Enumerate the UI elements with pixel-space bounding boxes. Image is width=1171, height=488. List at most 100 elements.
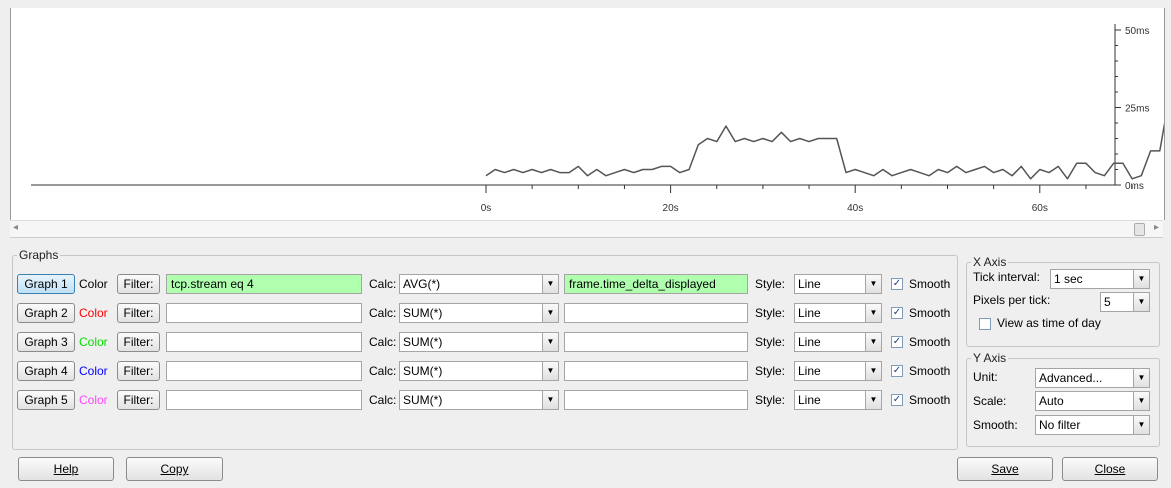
graph-toggle-button[interactable]: Graph 1 xyxy=(17,274,75,294)
scale-select[interactable]: Auto ▼ xyxy=(1035,391,1150,411)
filter-input[interactable]: tcp.stream eq 4 xyxy=(166,274,362,294)
chevron-down-icon: ▼ xyxy=(865,304,881,322)
scroll-right-arrow-icon[interactable]: ▸ xyxy=(1154,222,1159,233)
graph-toggle-button[interactable]: Graph 3 xyxy=(17,332,75,352)
smooth-label: Smooth xyxy=(909,335,951,349)
chevron-down-icon: ▼ xyxy=(542,304,558,322)
graphs-legend: Graphs xyxy=(19,248,59,262)
chevron-down-icon: ▼ xyxy=(542,275,558,293)
pixels-per-tick-select[interactable]: 5 ▼ xyxy=(1100,292,1150,312)
smooth-checkbox[interactable]: ✓ xyxy=(891,278,903,290)
smooth-checkbox[interactable]: ✓ xyxy=(891,365,903,377)
chevron-down-icon: ▼ xyxy=(1133,293,1149,311)
calc-field-input[interactable]: frame.time_delta_displayed xyxy=(564,274,748,294)
calc-value: SUM(*) xyxy=(403,306,443,320)
calc-field-input[interactable] xyxy=(564,332,748,352)
smooth-checkbox[interactable]: ✓ xyxy=(891,336,903,348)
filter-input[interactable] xyxy=(166,303,362,323)
scale-value: Auto xyxy=(1039,394,1064,408)
filter-input[interactable] xyxy=(166,390,362,410)
calc-select[interactable]: AVG(*) ▼ xyxy=(399,274,559,294)
style-select[interactable]: Line ▼ xyxy=(794,303,882,323)
calc-select[interactable]: SUM(*) ▼ xyxy=(399,390,559,410)
y-smooth-value: No filter xyxy=(1039,418,1081,432)
graph-color-label[interactable]: Color xyxy=(79,390,108,410)
y-smooth-select[interactable]: No filter ▼ xyxy=(1035,415,1150,435)
view-time-of-day-label: View as time of day xyxy=(997,316,1101,330)
graph-color-label[interactable]: Color xyxy=(79,361,108,381)
smooth-checkbox[interactable]: ✓ xyxy=(891,394,903,406)
chevron-down-icon: ▼ xyxy=(1133,416,1149,434)
graph-toggle-button[interactable]: Graph 4 xyxy=(17,361,75,381)
style-select[interactable]: Line ▼ xyxy=(794,361,882,381)
graph-row: Graph 1 Color Filter: tcp.stream eq 4 Calc: A… xyxy=(13,274,953,296)
smooth-checkbox[interactable]: ✓ xyxy=(891,307,903,319)
graph-row: Graph 4 Color Filter: Calc: SUM(*) ▼ Style: Lin… xyxy=(13,361,953,383)
unit-select[interactable]: Advanced... ▼ xyxy=(1035,368,1150,388)
help-button-label: Help xyxy=(53,462,79,476)
scale-label: Scale: xyxy=(973,394,1007,408)
save-button-label: Save xyxy=(991,462,1019,476)
unit-value: Advanced... xyxy=(1039,371,1103,385)
graph-color-label[interactable]: Color xyxy=(79,332,108,352)
scroll-left-arrow-icon[interactable]: ◂ xyxy=(13,222,18,233)
graph-color-label[interactable]: Color xyxy=(79,274,108,294)
tick-interval-select[interactable]: 1 sec ▼ xyxy=(1050,269,1150,289)
calc-value: SUM(*) xyxy=(403,364,443,378)
y-axis-group: Y Axis Unit: Advanced... ▼ Scale: Auto ▼… xyxy=(966,351,1160,447)
filter-button[interactable]: Filter: xyxy=(117,332,160,352)
copy-button[interactable]: Copy xyxy=(126,457,223,481)
chevron-down-icon: ▼ xyxy=(1133,270,1149,288)
calc-label: Calc: xyxy=(369,335,397,349)
filter-button[interactable]: Filter: xyxy=(117,303,160,323)
view-time-of-day-checkbox[interactable] xyxy=(979,318,991,330)
filter-input[interactable] xyxy=(166,361,362,381)
filter-button[interactable]: Filter: xyxy=(117,274,160,294)
chevron-down-icon: ▼ xyxy=(1133,392,1149,410)
style-select[interactable]: Line ▼ xyxy=(794,274,882,294)
y-tick-label: 0ms xyxy=(1125,181,1144,192)
graph-row: Graph 2 Color Filter: Calc: SUM(*) ▼ Style: Lin… xyxy=(13,303,953,325)
calc-label: Calc: xyxy=(369,306,397,320)
calc-select[interactable]: SUM(*) ▼ xyxy=(399,303,559,323)
graph-color-label[interactable]: Color xyxy=(79,303,108,323)
y-smooth-label: Smooth: xyxy=(973,418,1018,432)
save-button[interactable]: Save xyxy=(957,457,1053,481)
graph-row: Graph 3 Color Filter: Calc: SUM(*) ▼ Style: Lin… xyxy=(13,332,953,354)
calc-label: Calc: xyxy=(369,277,397,291)
help-button[interactable]: Help xyxy=(18,457,114,481)
unit-label: Unit: xyxy=(973,370,998,384)
style-label: Style: xyxy=(755,335,786,349)
graph-canvas[interactable]: 0s20s40s60s80s100s0ms25ms50ms xyxy=(10,8,1165,220)
style-value: Line xyxy=(798,277,821,291)
calc-field-input[interactable] xyxy=(564,390,748,410)
tick-interval-value: 1 sec xyxy=(1054,272,1083,286)
style-select[interactable]: Line ▼ xyxy=(794,390,882,410)
close-button[interactable]: Close xyxy=(1062,457,1158,481)
graph-scrollbar[interactable]: ◂ ▸ xyxy=(10,220,1163,238)
scroll-thumb[interactable] xyxy=(1134,223,1145,236)
style-select[interactable]: Line ▼ xyxy=(794,332,882,352)
graph-toggle-button[interactable]: Graph 5 xyxy=(17,390,75,410)
chevron-down-icon: ▼ xyxy=(865,333,881,351)
style-value: Line xyxy=(798,364,821,378)
calc-select[interactable]: SUM(*) ▼ xyxy=(399,361,559,381)
chevron-down-icon: ▼ xyxy=(865,391,881,409)
chevron-down-icon: ▼ xyxy=(542,333,558,351)
filter-button[interactable]: Filter: xyxy=(117,390,160,410)
filter-input[interactable] xyxy=(166,332,362,352)
graph-toggle-button[interactable]: Graph 2 xyxy=(17,303,75,323)
series-line xyxy=(485,122,1164,180)
copy-button-label: Copy xyxy=(160,462,189,476)
filter-button[interactable]: Filter: xyxy=(117,361,160,381)
style-label: Style: xyxy=(755,364,786,378)
calc-field-input[interactable] xyxy=(564,303,748,323)
calc-select[interactable]: SUM(*) ▼ xyxy=(399,332,559,352)
calc-field-input[interactable] xyxy=(564,361,748,381)
pixels-per-tick-value: 5 xyxy=(1104,295,1111,309)
smooth-label: Smooth xyxy=(909,277,951,291)
smooth-label: Smooth xyxy=(909,306,951,320)
style-value: Line xyxy=(798,306,821,320)
style-label: Style: xyxy=(755,393,786,407)
smooth-label: Smooth xyxy=(909,393,951,407)
